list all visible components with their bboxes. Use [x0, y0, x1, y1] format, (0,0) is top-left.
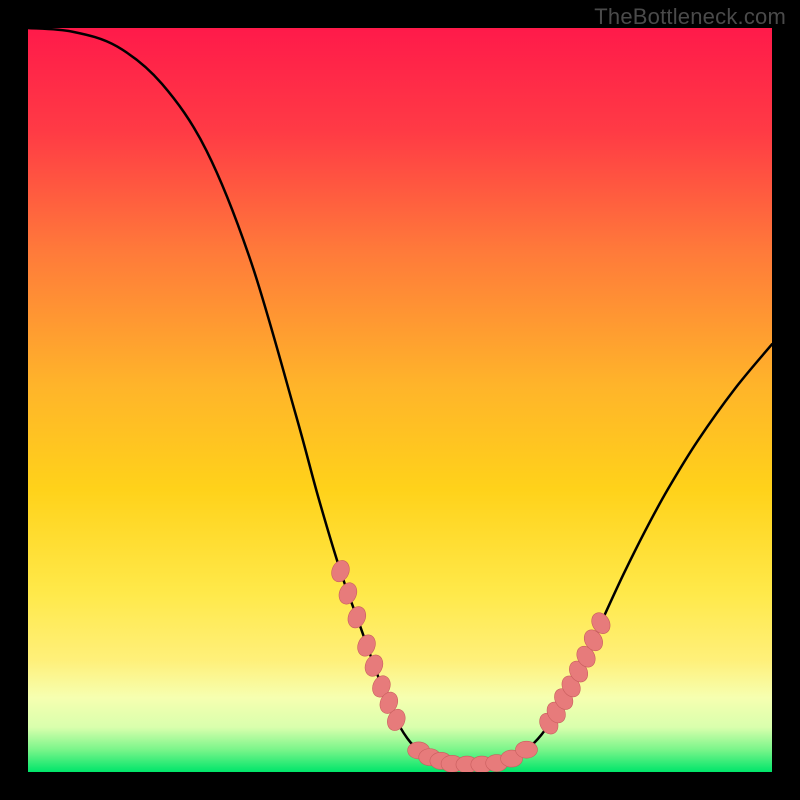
gradient-background [28, 28, 772, 772]
plot-area [28, 28, 772, 772]
data-marker [515, 741, 537, 758]
chart-svg [28, 28, 772, 772]
data-marker-group [515, 741, 537, 758]
watermark-text: TheBottleneck.com [594, 4, 786, 30]
chart-frame: TheBottleneck.com [0, 0, 800, 800]
